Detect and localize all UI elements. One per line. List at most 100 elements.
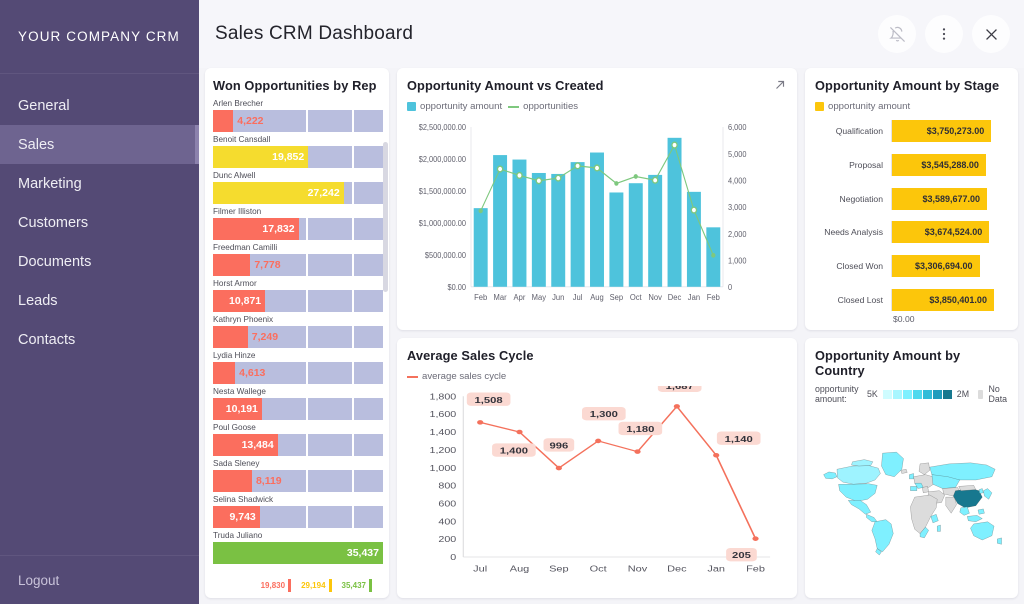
line-point[interactable] [516, 430, 522, 435]
stage-chart[interactable]: Qualification$3,750,273.00 Proposal$3,545… [815, 120, 1008, 324]
rep-row[interactable]: Kathryn Phoenix7,249 [213, 315, 383, 348]
line-point[interactable] [479, 209, 482, 212]
panel-won-opportunities-by-rep: Won Opportunities by Rep Arlen Brecher4,… [205, 68, 389, 598]
crm-dashboard-window: YOUR COMPANY CRM General Sales Marketing… [0, 0, 1024, 604]
line-point[interactable] [556, 466, 562, 471]
line-point[interactable] [594, 165, 599, 171]
sidebar-item-general[interactable]: General [0, 86, 199, 125]
more-options-button[interactable] [925, 15, 963, 53]
bar[interactable] [648, 175, 662, 287]
bar[interactable] [532, 173, 546, 287]
bar[interactable] [474, 208, 488, 287]
stage-bar[interactable]: $3,750,273.00 [892, 120, 991, 142]
line-point[interactable] [653, 177, 658, 183]
line-point[interactable] [713, 453, 719, 458]
x-axis-tick: Apr [514, 293, 526, 302]
legend-line-icon [508, 106, 519, 108]
sidebar-item-contacts[interactable]: Contacts [0, 320, 199, 359]
stage-track: $3,850,401.00 [891, 289, 996, 311]
country-australia [970, 522, 994, 540]
line-point[interactable] [477, 420, 483, 425]
stage-row[interactable]: Needs Analysis$3,674,524.00 [815, 221, 996, 243]
line-point[interactable] [634, 175, 637, 178]
sidebar-item-leads[interactable]: Leads [0, 281, 199, 320]
stage-bar[interactable]: $3,306,694.00 [892, 255, 980, 277]
stage-row[interactable]: Qualification$3,750,273.00 [815, 120, 996, 142]
rep-row[interactable]: Selina Shadwick9,743 [213, 495, 383, 528]
sidebar-item-documents[interactable]: Documents [0, 242, 199, 281]
stage-bar[interactable]: $3,545,288.00 [892, 154, 986, 176]
bar[interactable] [551, 174, 565, 287]
stage-row[interactable]: Negotiation$3,589,677.00 [815, 188, 996, 210]
combo-chart[interactable]: $0.00$500,000.00$1,000,000.00$1,500,000.… [407, 116, 787, 324]
line-point[interactable] [595, 439, 601, 444]
line-point[interactable] [672, 142, 677, 148]
legend-opportunity-amount: opportunity amount [815, 101, 910, 112]
y-axis-tick: $2,000,000.00 [419, 155, 466, 164]
line-point[interactable] [517, 173, 522, 179]
rep-row[interactable]: Filmer Illiston17,832 [213, 207, 383, 240]
line-point[interactable] [575, 163, 580, 169]
notifications-off-button[interactable] [878, 15, 916, 53]
legend-opportunity-amount: opportunity amount [407, 101, 502, 112]
sidebar-item-sales[interactable]: Sales [0, 125, 199, 164]
x-axis-tick: Dec [667, 565, 687, 574]
line-point[interactable] [556, 175, 561, 181]
y-axis-tick: 800 [438, 482, 456, 490]
line-point[interactable] [634, 449, 640, 454]
expand-arrow-icon[interactable] [773, 78, 787, 97]
close-button[interactable] [972, 15, 1010, 53]
rep-bullet: 19,852 [213, 146, 383, 168]
y2-axis-tick: 3,000 [728, 203, 747, 212]
legend-swatch-icon [407, 102, 416, 111]
line-point[interactable] [615, 182, 618, 185]
rep-value-label: 9,743 [225, 506, 259, 528]
line-point[interactable] [674, 404, 680, 409]
rep-row[interactable]: Benoit Cansdall19,852 [213, 135, 383, 168]
stage-bar[interactable]: $3,589,677.00 [892, 188, 987, 210]
stage-row[interactable]: Closed Won$3,306,694.00 [815, 255, 996, 277]
logout-button[interactable]: Logout [0, 556, 199, 604]
stage-row[interactable]: Proposal$3,545,288.00 [815, 154, 996, 176]
sidebar-item-customers[interactable]: Customers [0, 203, 199, 242]
x-axis-tick: Nov [628, 565, 648, 574]
rep-value-bar [213, 470, 252, 492]
stage-track: $3,306,694.00 [891, 255, 996, 277]
rep-row[interactable]: Poul Goose13,484 [213, 423, 383, 456]
vertical-scrollbar[interactable] [383, 142, 388, 292]
rep-bullet-list[interactable]: Arlen Brecher4,222Benoit Cansdall19,852D… [213, 99, 383, 573]
line-point[interactable] [536, 178, 541, 184]
rep-row[interactable]: Nesta Wallege10,191 [213, 387, 383, 420]
bar[interactable] [629, 183, 643, 287]
x-axis-tick: Sep [610, 293, 624, 302]
x-axis-tick: Jul [573, 293, 583, 302]
map-legend-label: opportunity amount: [815, 384, 862, 404]
stage-row[interactable]: Closed Lost$3,850,401.00 [815, 289, 996, 311]
rep-row[interactable]: Lydia Hinze4,613 [213, 351, 383, 384]
rep-row[interactable]: Sada Sleney8,119 [213, 459, 383, 492]
rep-row[interactable]: Arlen Brecher4,222 [213, 99, 383, 132]
rep-row[interactable]: Freedman Camilli7,778 [213, 243, 383, 276]
sidebar-item-marketing[interactable]: Marketing [0, 164, 199, 203]
line-chart[interactable]: 02004006008001,0001,2001,4001,6001,8001,… [407, 386, 787, 592]
panel-title: Won Opportunities by Rep [213, 78, 383, 93]
line-point[interactable] [691, 207, 696, 213]
rep-range-tick-icon [288, 579, 291, 592]
stage-bar[interactable]: $3,674,524.00 [892, 221, 989, 243]
bar[interactable] [609, 192, 623, 286]
stage-bar[interactable]: $3,850,401.00 [892, 289, 994, 311]
region-southeast-asia [960, 507, 970, 516]
bar[interactable] [687, 192, 701, 287]
bar[interactable] [571, 162, 585, 287]
panel-title: Opportunity Amount by Country [815, 348, 1008, 378]
rep-row[interactable]: Horst Armor10,871 [213, 279, 383, 312]
rep-row[interactable]: Truda Juliano35,437 [213, 531, 383, 564]
rep-row[interactable]: Dunc Alwell27,242 [213, 171, 383, 204]
line-point[interactable] [752, 536, 758, 541]
world-map-svg[interactable] [815, 406, 1008, 592]
bar[interactable] [493, 155, 507, 287]
line-point[interactable] [712, 254, 715, 257]
world-map[interactable] [815, 406, 1008, 592]
bar[interactable] [590, 153, 604, 287]
line-point[interactable] [497, 166, 502, 172]
